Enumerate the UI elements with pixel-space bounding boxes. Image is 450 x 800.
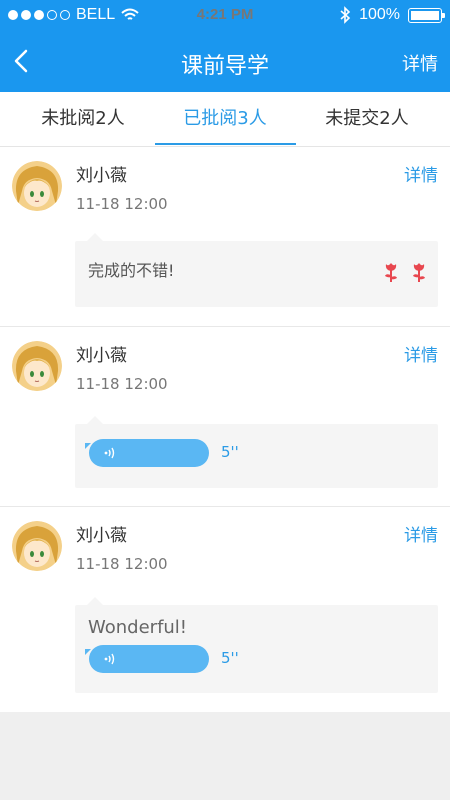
battery-icon (408, 7, 445, 23)
avatar (12, 341, 62, 391)
tab-reviewed[interactable]: 已批阅3人 (150, 92, 300, 147)
avatar (12, 521, 62, 571)
comment-bubble: Wonderful! 5'' (75, 597, 438, 693)
review-list: 刘小薇 11-18 12:00 详情 完成的不错! 刘小薇 11-18 12:0… (0, 147, 450, 712)
nav-detail-button[interactable]: 详情 (402, 50, 438, 76)
sound-wave-icon (104, 653, 115, 665)
tab-unsubmitted[interactable]: 未提交2人 (292, 92, 442, 147)
item-detail-link[interactable]: 详情 (404, 521, 438, 546)
student-name: 刘小薇 (76, 166, 127, 186)
item-detail-link[interactable]: 详情 (404, 161, 438, 186)
status-right: 100% (339, 6, 445, 24)
submit-time: 11-18 12:00 (76, 555, 168, 573)
flower-icon (385, 263, 397, 282)
flower-rating (382, 261, 428, 283)
comment-text: 完成的不错! (88, 261, 175, 280)
avatar (12, 161, 62, 211)
item-detail-link[interactable]: 详情 (404, 341, 438, 366)
bluetooth-icon (340, 6, 351, 24)
page-title: 课前导学 (180, 54, 269, 79)
voice-message-button[interactable] (85, 645, 209, 673)
active-tab-indicator (155, 143, 296, 145)
list-item: 刘小薇 11-18 12:00 详情 完成的不错! (0, 147, 450, 327)
nav-bar: 课前导学 详情 (0, 32, 450, 92)
list-item: 刘小薇 11-18 12:00 详情 5'' (0, 327, 450, 507)
voice-duration: 5'' (221, 649, 239, 667)
comment-bubble: 5'' (75, 416, 438, 488)
status-bar: BELL 4:21 PM 100% (0, 0, 450, 32)
sound-wave-icon (104, 447, 115, 459)
student-name: 刘小薇 (76, 526, 127, 546)
student-name: 刘小薇 (76, 346, 127, 366)
top-bar: BELL 4:21 PM 100% 课前导学 详情 (0, 0, 450, 92)
list-item: 刘小薇 11-18 12:00 详情 Wonderful! 5'' (0, 507, 450, 712)
voice-message-button[interactable] (85, 439, 209, 467)
submit-time: 11-18 12:00 (76, 375, 168, 393)
battery-label: 100% (359, 6, 400, 23)
comment-bubble: 完成的不错! (75, 233, 438, 307)
flower-icon (413, 263, 425, 282)
tab-unreviewed[interactable]: 未批阅2人 (8, 92, 158, 147)
tab-bar: 未批阅2人 已批阅3人 未提交2人 (0, 92, 450, 147)
submit-time: 11-18 12:00 (76, 195, 168, 213)
voice-duration: 5'' (221, 443, 239, 461)
comment-text: Wonderful! (88, 617, 188, 638)
